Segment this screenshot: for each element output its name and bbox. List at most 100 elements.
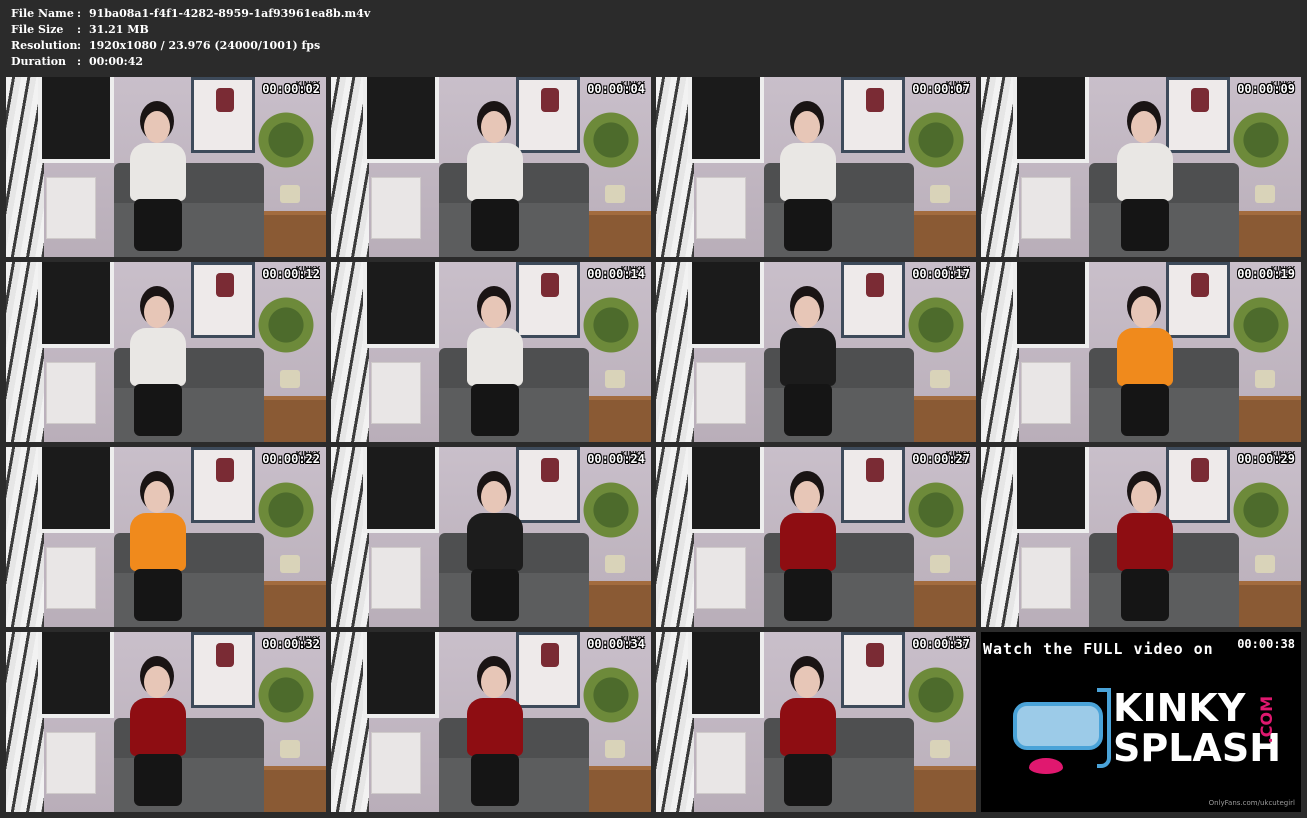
person-top bbox=[130, 698, 186, 756]
video-thumbnail[interactable]: KINKY SPLASH 00:00:29 bbox=[981, 447, 1301, 627]
person-top bbox=[130, 143, 186, 201]
scene-pot bbox=[605, 740, 625, 758]
scene-window bbox=[38, 447, 114, 533]
scene-radiator bbox=[696, 547, 746, 609]
promo-thumbnail[interactable]: Watch the FULL video on KINKY SPLASH .CO… bbox=[981, 632, 1301, 812]
scene-pot bbox=[1255, 370, 1275, 388]
scene-table bbox=[579, 396, 651, 442]
person-legs bbox=[471, 569, 519, 621]
thumbnail-timestamp: 00:00:04 bbox=[587, 82, 645, 96]
scene-pot bbox=[605, 370, 625, 388]
scene-table bbox=[904, 766, 976, 812]
video-thumbnail[interactable]: KINKY SPLASH 00:00:04 bbox=[331, 77, 651, 257]
video-thumbnail[interactable]: KINKY SPLASH 00:00:37 bbox=[656, 632, 976, 812]
person-head bbox=[794, 296, 820, 328]
scene-person bbox=[1113, 481, 1177, 621]
scene-pot bbox=[280, 185, 300, 203]
scene-radiator bbox=[371, 547, 421, 609]
scene-window bbox=[363, 447, 439, 533]
scene-window bbox=[1013, 262, 1089, 348]
person-top bbox=[780, 698, 836, 756]
separator: : bbox=[77, 23, 82, 36]
resolution-row: Resolution : 1920x1080 / 23.976 (24000/1… bbox=[11, 38, 370, 54]
thumbnail-timestamp: 00:00:38 bbox=[1237, 637, 1295, 651]
person-legs bbox=[134, 569, 182, 621]
file-size-label: File Size bbox=[11, 23, 64, 36]
scene-pot bbox=[930, 555, 950, 573]
promo-banner: Watch the FULL video on bbox=[983, 640, 1214, 658]
scene-radiator bbox=[1021, 362, 1071, 424]
person-top bbox=[1117, 143, 1173, 201]
scene-table bbox=[904, 581, 976, 627]
file-name-label: File Name bbox=[11, 7, 74, 20]
thumbnail-timestamp: 00:00:17 bbox=[912, 267, 970, 281]
person-head bbox=[794, 666, 820, 698]
video-thumbnail[interactable]: KINKY SPLASH 00:00:07 bbox=[656, 77, 976, 257]
scene-radiator bbox=[696, 732, 746, 794]
person-legs bbox=[784, 384, 832, 436]
video-thumbnail[interactable]: KINKY SPLASH 00:00:24 bbox=[331, 447, 651, 627]
video-thumbnail[interactable]: KINKY SPLASH 00:00:12 bbox=[6, 262, 326, 442]
file-name-row: File Name : 91ba08a1-f4f1-4282-8959-1af9… bbox=[11, 6, 370, 22]
video-thumbnail[interactable]: KINKY SPLASH 00:00:22 bbox=[6, 447, 326, 627]
scene-pot bbox=[280, 370, 300, 388]
scene-window bbox=[363, 77, 439, 163]
lips-icon bbox=[1029, 758, 1063, 774]
person-legs bbox=[784, 569, 832, 621]
scene-person bbox=[776, 296, 840, 436]
scene-radiator bbox=[371, 177, 421, 239]
scene-person bbox=[1113, 296, 1177, 436]
scene-poster bbox=[191, 262, 255, 338]
kinky-splash-logo: KINKY SPLASH .COM bbox=[1009, 682, 1281, 782]
scene-pot bbox=[280, 740, 300, 758]
scene-window bbox=[688, 262, 764, 348]
video-thumbnail[interactable]: KINKY SPLASH 00:00:32 bbox=[6, 632, 326, 812]
separator: : bbox=[77, 55, 82, 68]
scene-table bbox=[1229, 396, 1301, 442]
scene-radiator bbox=[371, 732, 421, 794]
scene-person bbox=[126, 666, 190, 806]
scene-person bbox=[463, 111, 527, 251]
scene-table bbox=[1229, 211, 1301, 257]
thumbnail-timestamp: 00:00:14 bbox=[587, 267, 645, 281]
scene-person bbox=[1113, 111, 1177, 251]
duration-label: Duration bbox=[11, 55, 67, 68]
person-head bbox=[144, 481, 170, 513]
thumbnail-timestamp: 00:00:09 bbox=[1237, 82, 1295, 96]
scene-table bbox=[904, 396, 976, 442]
thumbnail-timestamp: 00:00:24 bbox=[587, 452, 645, 466]
scene-poster bbox=[191, 77, 255, 153]
person-legs bbox=[1121, 199, 1169, 251]
brand-wordmark: KINKY SPLASH bbox=[1113, 688, 1281, 768]
video-thumbnail[interactable]: KINKY SPLASH 00:00:19 bbox=[981, 262, 1301, 442]
person-head bbox=[144, 296, 170, 328]
person-top bbox=[780, 328, 836, 386]
scene-table bbox=[579, 581, 651, 627]
person-top bbox=[780, 513, 836, 571]
person-head bbox=[144, 111, 170, 143]
person-head bbox=[794, 111, 820, 143]
video-thumbnail[interactable]: KINKY SPLASH 00:00:02 bbox=[6, 77, 326, 257]
scene-window bbox=[363, 262, 439, 348]
scene-radiator bbox=[696, 177, 746, 239]
scene-pot bbox=[605, 185, 625, 203]
scene-poster bbox=[841, 632, 905, 708]
person-top bbox=[1117, 513, 1173, 571]
duration-row: Duration : 00:00:42 bbox=[11, 54, 370, 70]
person-legs bbox=[471, 199, 519, 251]
person-head bbox=[1131, 296, 1157, 328]
video-thumbnail[interactable]: KINKY SPLASH 00:00:27 bbox=[656, 447, 976, 627]
scene-radiator bbox=[46, 547, 96, 609]
video-thumbnail[interactable]: KINKY SPLASH 00:00:34 bbox=[331, 632, 651, 812]
scene-pot bbox=[930, 185, 950, 203]
resolution-value: 1920x1080 / 23.976 (24000/1001) fps bbox=[89, 39, 321, 52]
video-thumbnail[interactable]: KINKY SPLASH 00:00:14 bbox=[331, 262, 651, 442]
scene-radiator bbox=[371, 362, 421, 424]
person-head bbox=[1131, 481, 1157, 513]
thumbnail-grid: KINKY SPLASH 00:00:02 KINKY SPLASH 00:00:04 KI… bbox=[6, 77, 1301, 812]
video-thumbnail[interactable]: KINKY SPLASH 00:00:17 bbox=[656, 262, 976, 442]
scene-person bbox=[126, 481, 190, 621]
person-head bbox=[1131, 111, 1157, 143]
scene-radiator bbox=[696, 362, 746, 424]
video-thumbnail[interactable]: KINKY SPLASH 00:00:09 bbox=[981, 77, 1301, 257]
